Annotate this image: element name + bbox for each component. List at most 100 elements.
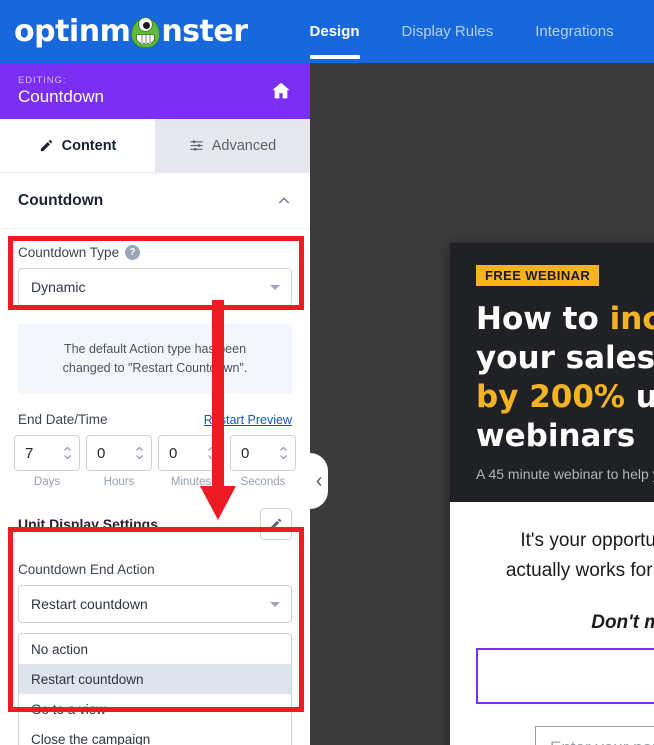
countdown-section-title: Countdown — [18, 191, 104, 209]
caret-up-icon — [280, 446, 287, 451]
option-close-the-campaign[interactable]: Close the campaign — [19, 724, 291, 745]
caret-down-icon — [64, 455, 71, 460]
spinner-seconds-value: 0 — [241, 444, 250, 462]
spinner-minutes: 0 Minutes — [158, 435, 224, 488]
action-type-notice: The default Action type has been changed… — [18, 324, 292, 394]
countdown-type-label-row: Countdown Type ? — [18, 245, 292, 260]
settings-sidebar: Content Advanced Countdown Countdown Typ… — [0, 119, 310, 745]
countdown-type-label: Countdown Type — [18, 245, 120, 260]
sidebar-tabs: Content Advanced — [0, 119, 310, 173]
spinner-minutes-caption: Minutes — [170, 476, 212, 488]
countdown-end-action-field: Countdown End Action Restart countdown — [0, 562, 310, 623]
unit-display-edit-button[interactable] — [260, 508, 292, 540]
campaign-body-text: It's your opportunity to learn what actu… — [476, 526, 654, 586]
chevron-left-icon — [316, 476, 321, 486]
name-field[interactable]: Enter your name — [535, 726, 654, 745]
spinner-arrows-icon[interactable] — [279, 446, 288, 460]
spinner-days-value: 7 — [25, 444, 34, 462]
campaign-body-line-2: actually works for online businesses. — [505, 560, 654, 581]
campaign-optin-form: Enter your name — [450, 712, 654, 745]
spinner-seconds-box[interactable]: 0 — [230, 435, 296, 471]
spinner-minutes-value: 0 — [169, 444, 178, 462]
countdown-end-action-options: No action Restart countdown Go to a view… — [18, 633, 292, 745]
chevron-up-icon[interactable] — [276, 193, 292, 209]
monster-mascot-icon — [129, 15, 162, 49]
campaign-dont-miss: Don't miss out! — [591, 612, 654, 633]
editing-header: EDITING: Countdown — [0, 63, 310, 119]
countdown-end-action-value: Restart countdown — [31, 596, 148, 612]
nav-tab-design[interactable]: Design — [309, 0, 360, 63]
spinner-arrows-icon[interactable] — [207, 446, 216, 460]
optinmonster-campaign-builder: optinm nster Design Display Rules Integr… — [0, 0, 654, 745]
spinner-days-box[interactable]: 7 — [14, 435, 80, 471]
countdown-element-selected[interactable] — [476, 648, 654, 704]
spinner-hours: 0 Hours — [86, 435, 152, 488]
countdown-type-value: Dynamic — [31, 279, 86, 295]
caret-down-icon — [136, 455, 143, 460]
spinner-hours-caption: Hours — [103, 476, 135, 488]
campaign-body-line-1: It's your opportunity to learn what — [520, 530, 654, 551]
tab-content[interactable]: Content — [0, 119, 155, 172]
spinner-hours-value: 0 — [97, 444, 106, 462]
optinmonster-logo[interactable]: optinm nster — [14, 0, 248, 63]
tab-advanced-label: Advanced — [211, 137, 277, 154]
end-datetime-label: End Date/Time — [18, 412, 108, 427]
headline-part-2: your sales — [476, 340, 654, 376]
nav-tab-integrations[interactable]: Integrations — [535, 0, 613, 63]
countdown-section-header[interactable]: Countdown — [0, 173, 310, 229]
option-no-action[interactable]: No action — [19, 634, 291, 664]
spinner-arrows-icon[interactable] — [135, 446, 144, 460]
headline-highlight-2: by 200% — [476, 379, 625, 415]
spinner-arrows-icon[interactable] — [63, 446, 72, 460]
end-datetime-header: End Date/Time Restart Preview — [0, 412, 310, 427]
end-datetime-spinners: 7 Days 0 Hours 0 Minutes 0 Seconds — [0, 435, 310, 488]
spinner-days-caption: Days — [33, 476, 61, 488]
sliders-icon — [190, 140, 203, 151]
option-go-to-a-view[interactable]: Go to a view — [19, 694, 291, 724]
unit-display-settings-label: Unit Display Settings — [18, 516, 159, 532]
headline-part-1: How to — [476, 301, 610, 337]
pencil-icon — [40, 139, 52, 152]
caret-up-icon — [64, 446, 71, 451]
nav-tab-display-rules[interactable]: Display Rules — [402, 0, 494, 63]
caret-down-icon — [280, 455, 287, 460]
logo-text-left: optinm — [14, 14, 131, 49]
logo-text-right: nster — [161, 14, 248, 49]
home-icon[interactable] — [270, 80, 292, 102]
spinner-minutes-box[interactable]: 0 — [158, 435, 224, 471]
spinner-days: 7 Days — [14, 435, 80, 488]
countdown-type-select[interactable]: Dynamic — [18, 268, 292, 306]
top-navigation-bar: optinm nster Design Display Rules Integr… — [0, 0, 654, 63]
campaign-body: It's your opportunity to learn what actu… — [450, 502, 654, 712]
campaign-preview: FREE WEBINAR How to increase your sales … — [450, 243, 654, 745]
tab-advanced[interactable]: Advanced — [155, 119, 310, 172]
countdown-end-action-select[interactable]: Restart countdown — [18, 585, 292, 623]
editing-header-text: EDITING: Countdown — [18, 75, 104, 107]
caret-down-icon — [208, 455, 215, 460]
chevron-down-icon — [270, 602, 280, 607]
chevron-down-icon — [270, 285, 280, 290]
help-circle-icon[interactable]: ? — [125, 245, 141, 260]
campaign-hero: FREE WEBINAR How to increase your sales … — [450, 243, 654, 502]
caret-up-icon — [136, 446, 143, 451]
spinner-hours-box[interactable]: 0 — [86, 435, 152, 471]
countdown-end-action-label: Countdown End Action — [18, 562, 155, 577]
campaign-badge: FREE WEBINAR — [476, 265, 600, 286]
campaign-headline: How to increase your sales by 200% using… — [476, 300, 654, 456]
tab-content-label: Content — [61, 137, 117, 154]
editing-eyebrow: EDITING: — [18, 75, 67, 86]
main-nav-items: Design Display Rules Integrations — [309, 0, 654, 63]
pencil-icon — [270, 518, 282, 530]
headline-highlight-1: increase — [609, 301, 654, 337]
sidebar-collapse-handle[interactable] — [310, 453, 328, 509]
campaign-preview-canvas: FREE WEBINAR How to increase your sales … — [310, 63, 654, 745]
option-restart-countdown[interactable]: Restart countdown — [19, 664, 291, 694]
editing-title: Countdown — [18, 87, 105, 106]
caret-up-icon — [208, 446, 215, 451]
campaign-subheadline: A 45 minute webinar to help you grow — [476, 466, 654, 482]
logo-text: optinm nster — [14, 14, 248, 49]
spinner-seconds: 0 Seconds — [230, 435, 296, 488]
spinner-seconds-caption: Seconds — [240, 476, 286, 488]
unit-display-settings-row: Unit Display Settings — [0, 508, 310, 540]
restart-preview-link[interactable]: Restart Preview — [204, 413, 292, 427]
